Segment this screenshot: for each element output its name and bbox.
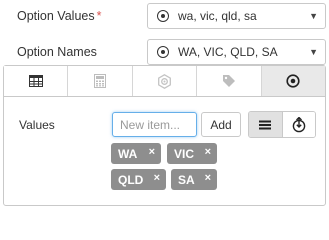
tag-label: WA: [118, 146, 138, 161]
remove-tag-icon[interactable]: ×: [154, 172, 160, 184]
tag-chip: QLD ×: [111, 169, 166, 190]
option-names-select[interactable]: WA, VIC, QLD, SA ▼: [147, 39, 326, 65]
option-values-label: Option Values *: [17, 9, 102, 23]
tag-label: QLD: [118, 172, 144, 187]
radio-icon: [286, 74, 300, 88]
tag-label: SA: [178, 172, 195, 187]
tab-table[interactable]: [4, 66, 69, 96]
remove-tag-icon[interactable]: ×: [205, 172, 211, 184]
tag-chip: VIC ×: [167, 143, 217, 164]
tab-calculator[interactable]: [68, 66, 133, 96]
options-panel: Values Add WA × VIC × QLD ×: [3, 65, 326, 206]
option-names-label: Option Names: [17, 45, 97, 59]
remove-tag-icon[interactable]: ×: [149, 146, 155, 158]
tag-chip: WA ×: [111, 143, 161, 164]
new-item-input[interactable]: [112, 112, 197, 137]
option-values-select[interactable]: wa, vic, qld, sa ▼: [147, 3, 326, 29]
tab-tags[interactable]: [197, 66, 262, 96]
sort-icon: [292, 116, 306, 132]
radio-icon: [157, 46, 169, 58]
list-view-button[interactable]: [249, 112, 283, 137]
tab-radio[interactable]: [261, 66, 326, 96]
tag-icon: [222, 75, 235, 87]
tab-settings[interactable]: [132, 66, 198, 96]
radio-icon: [157, 10, 169, 22]
settings-hexagon-icon: [158, 73, 171, 89]
table-icon: [28, 75, 43, 87]
option-values-text: wa, vic, qld, sa: [178, 9, 257, 23]
panel-tabbar: [4, 66, 326, 97]
option-names-text: WA, VIC, QLD, SA: [178, 45, 278, 59]
chevron-down-icon: ▼: [309, 47, 318, 57]
required-marker: *: [96, 9, 102, 23]
list-icon: [259, 120, 272, 129]
sort-view-button[interactable]: [282, 112, 315, 137]
chevron-down-icon: ▼: [309, 11, 318, 21]
calculator-icon: [94, 74, 107, 88]
add-button[interactable]: Add: [201, 112, 241, 137]
tag-label: VIC: [174, 146, 195, 161]
tag-chip: SA ×: [171, 169, 217, 190]
values-label: Values: [19, 118, 55, 132]
remove-tag-icon[interactable]: ×: [205, 146, 211, 158]
view-mode-group: [248, 111, 316, 138]
